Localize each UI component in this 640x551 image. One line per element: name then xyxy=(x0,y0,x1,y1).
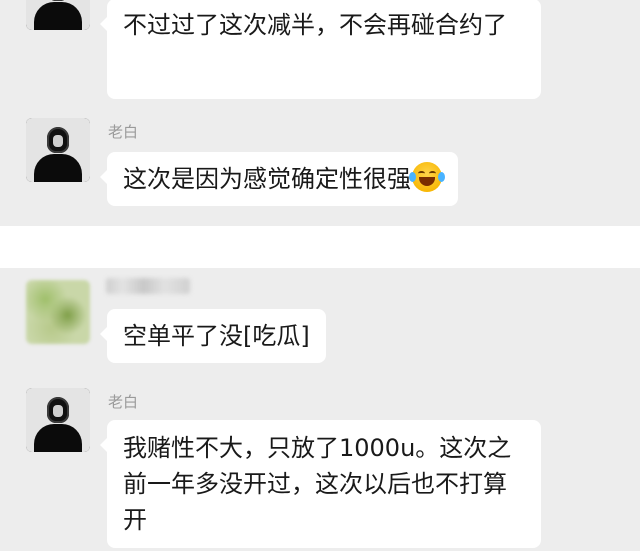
avatar[interactable] xyxy=(26,388,90,452)
message-text: 这次是因为感觉确定性很强 xyxy=(123,165,411,193)
message-text: 空单平了没[吃瓜] xyxy=(123,322,310,350)
avatar[interactable] xyxy=(26,0,90,30)
sender-name-blurred xyxy=(106,278,190,294)
message-text: 我赌性不大，只放了1000u。这次之前一年多没开过，这次以后也不打算开 xyxy=(123,434,512,534)
message-text: 不过过了这次减半，不会再碰合约了 xyxy=(123,11,507,39)
message-bubble: 这次是因为感觉确定性很强 xyxy=(100,152,458,206)
face-with-tears-of-joy-icon xyxy=(409,162,445,192)
message-bubble: 不过过了这次减半，不会再碰合约了 xyxy=(100,0,541,99)
chat-screenshot-2: 空单平了没[吃瓜] 老白 我赌性不大，只放了1000u。这次之前一年多没开过，这… xyxy=(0,268,640,551)
avatar[interactable] xyxy=(26,280,90,344)
sender-name: 老白 xyxy=(108,123,139,141)
sender-name: 老白 xyxy=(108,393,139,411)
message-bubble: 我赌性不大，只放了1000u。这次之前一年多没开过，这次以后也不打算开 xyxy=(100,420,541,548)
message-bubble: 空单平了没[吃瓜] xyxy=(100,309,326,363)
chat-screenshot-1: 不过过了这次减半，不会再碰合约了 老白 这次是因为感觉确定性很强 xyxy=(0,0,640,226)
avatar[interactable] xyxy=(26,118,90,182)
